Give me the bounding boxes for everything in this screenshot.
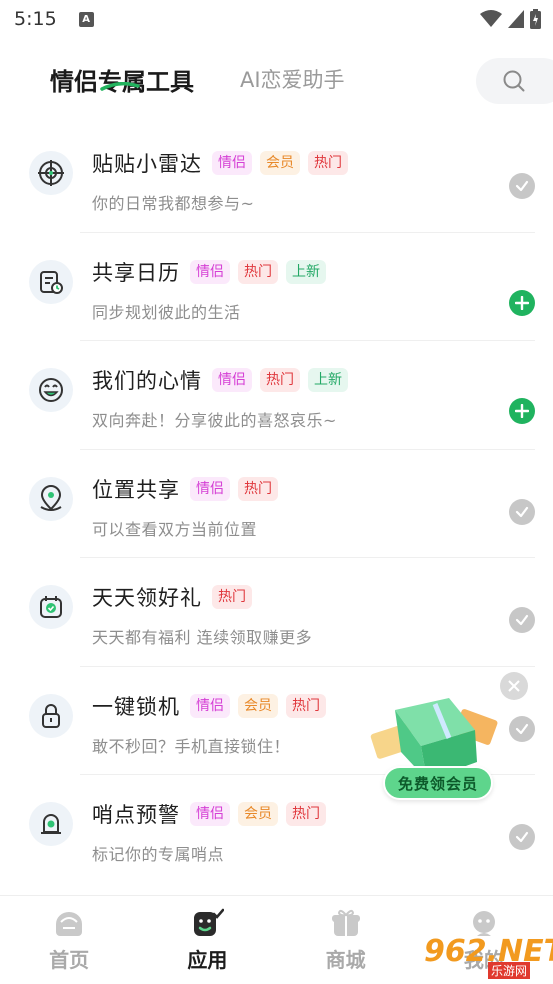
battery-icon — [530, 9, 541, 29]
tool-title-line: 贴贴小雷达 情侣 会员 热门 — [92, 148, 356, 178]
tab-couple-tools[interactable]: 情侣专属工具 — [50, 62, 194, 97]
tag-couple: 情侣 — [212, 368, 252, 392]
tool-title-line: 哨点预警 情侣 会员 热门 — [92, 799, 334, 829]
plus-icon — [515, 295, 529, 310]
added-check-button[interactable] — [509, 824, 535, 850]
tool-desc: 标记你的专属哨点 — [92, 845, 225, 864]
tag-hot: 热门 — [212, 585, 252, 609]
tag-hot: 热门 — [238, 476, 278, 501]
tag-vip: 会员 — [238, 802, 278, 826]
tool-title-line: 位置共享 情侣 热门 — [92, 474, 286, 504]
search-button[interactable] — [476, 58, 553, 104]
tool-row[interactable]: 天天领好礼 热门 天天都有福利 连续领取赚更多 — [0, 558, 553, 667]
tool-title-line: 天天领好礼 热门 — [92, 582, 260, 612]
search-icon — [503, 70, 525, 92]
tool-title: 贴贴小雷达 — [92, 152, 202, 176]
wifi-icon — [480, 10, 502, 27]
signal-icon — [508, 10, 524, 28]
tool-title: 位置共享 — [92, 477, 180, 502]
tag-couple: 情侣 — [190, 259, 230, 284]
tag-new: 上新 — [308, 368, 348, 392]
header: 情侣专属工具 AI恋爱助手 — [0, 52, 553, 108]
tag-hot: 热门 — [286, 693, 326, 718]
status-time: 5:15 — [14, 8, 57, 30]
tag-couple: 情侣 — [190, 476, 230, 501]
tool-row[interactable]: 共享日历 情侣 热门 上新 同步规划彼此的生活 — [0, 233, 553, 341]
tool-title-line: 一键锁机 情侣 会员 热门 — [92, 691, 334, 721]
tag-hot: 热门 — [260, 368, 300, 392]
tool-title-line: 共享日历 情侣 热门 上新 — [92, 257, 334, 287]
added-check-button[interactable] — [509, 607, 535, 633]
watermark-sub: 乐游网 — [488, 962, 531, 979]
tag-hot: 热门 — [308, 151, 348, 175]
tool-desc: 天天都有福利 连续领取赚更多 — [92, 628, 313, 647]
store-icon — [331, 909, 360, 936]
nav-apps[interactable]: 应用 — [138, 896, 276, 984]
tool-title-line: 我们的心情 情侣 热门 上新 — [92, 365, 356, 395]
tool-row[interactable]: 我们的心情 情侣 热门 上新 双向奔赴！分享彼此的喜怒哀乐~ — [0, 341, 553, 450]
free-vip-button[interactable]: 免费领会员 — [383, 766, 493, 800]
tag-couple: 情侣 — [212, 151, 252, 175]
check-icon — [515, 723, 529, 734]
watermark-logo: 962.NET 乐游网 — [414, 932, 553, 980]
tag-new: 上新 — [286, 259, 326, 284]
tool-title: 我们的心情 — [92, 369, 202, 393]
added-check-button[interactable] — [509, 498, 535, 525]
close-icon — [508, 680, 520, 692]
check-icon — [515, 614, 529, 626]
home-icon — [56, 912, 83, 936]
tool-title: 哨点预警 — [92, 803, 180, 827]
nav-store[interactable]: 商城 — [277, 896, 415, 984]
add-tool-button[interactable] — [509, 398, 535, 424]
nav-home[interactable]: 首页 — [0, 896, 138, 984]
check-icon — [515, 180, 529, 192]
status-bar: 5:15 A — [0, 0, 553, 38]
apps-icon — [194, 908, 225, 936]
tool-title: 共享日历 — [92, 260, 180, 285]
check-icon — [515, 831, 529, 843]
tag-hot: 热门 — [238, 259, 278, 284]
location-icon — [29, 476, 73, 521]
tool-title: 天天领好礼 — [92, 586, 202, 610]
tag-vip: 会员 — [238, 693, 278, 718]
tag-couple: 情侣 — [190, 693, 230, 718]
tag-vip: 会员 — [260, 151, 300, 175]
plus-icon — [515, 404, 529, 418]
add-tool-button[interactable] — [509, 289, 535, 316]
gift-calendar-icon — [29, 585, 73, 629]
notification-icon: A — [78, 11, 94, 27]
added-check-button[interactable] — [509, 715, 535, 742]
check-icon — [515, 506, 529, 517]
tool-desc: 你的日常我都想参与~ — [92, 194, 255, 213]
added-check-button[interactable] — [509, 173, 535, 199]
nav-label: 应用 — [187, 948, 228, 972]
tool-title: 一键锁机 — [92, 694, 180, 719]
smile-icon — [29, 368, 73, 412]
lock-icon — [29, 693, 73, 738]
tool-desc: 同步规划彼此的生活 — [92, 302, 241, 322]
tag-hot: 热门 — [286, 802, 326, 826]
tool-row[interactable]: 贴贴小雷达 情侣 会员 热门 你的日常我都想参与~ — [0, 124, 553, 233]
radar-icon — [29, 151, 73, 195]
tool-desc: 敢不秒回？手机直接锁住！ — [92, 736, 291, 756]
nav-label: 首页 — [49, 948, 90, 972]
tool-row[interactable]: 位置共享 情侣 热门 可以查看双方当前位置 — [0, 450, 553, 558]
status-icons — [480, 9, 541, 29]
tab-active-indicator — [100, 82, 140, 91]
calendar-icon — [29, 259, 73, 304]
nav-label: 商城 — [325, 948, 366, 972]
alarm-icon — [29, 802, 73, 846]
tag-couple: 情侣 — [190, 802, 230, 826]
tab-ai-assistant[interactable]: AI恋爱助手 — [240, 64, 345, 94]
tool-desc: 双向奔赴！分享彼此的喜怒哀乐~ — [92, 411, 337, 430]
tool-desc: 可以查看双方当前位置 — [92, 519, 258, 539]
